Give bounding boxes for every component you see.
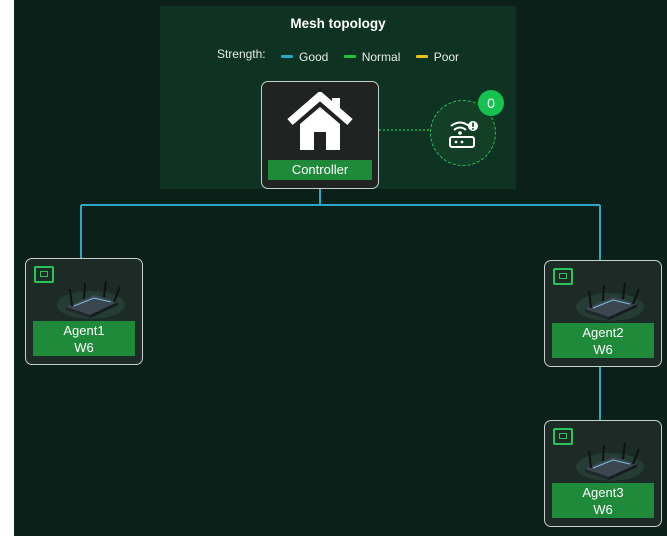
controller-label: Controller	[268, 160, 372, 180]
agent-node-1[interactable]: Agent1 W6	[25, 258, 143, 365]
agent-node-3[interactable]: Agent3 W6	[544, 420, 662, 527]
agent-name-1: Agent1	[63, 323, 105, 338]
router-warning-icon	[449, 121, 478, 148]
ethernet-port-icon	[553, 268, 573, 285]
agent-label-1: Agent1 W6	[33, 321, 135, 356]
agent-label-2: Agent2 W6	[552, 323, 654, 358]
ethernet-port-icon	[34, 266, 54, 283]
ethernet-port-icon	[553, 428, 573, 445]
agent-name-3: Agent3	[582, 485, 624, 500]
agent-model-3: W6	[593, 502, 613, 517]
agent-label-3: Agent3 W6	[552, 483, 654, 518]
router-icon	[57, 280, 125, 319]
controller-node[interactable]: Controller	[261, 81, 379, 189]
topology-canvas: Mesh topology Strength: Good Normal Poor	[14, 0, 667, 536]
agent-model-2: W6	[593, 342, 613, 357]
router-icon	[576, 282, 644, 321]
agent-name-2: Agent2	[582, 325, 624, 340]
agent-model-1: W6	[74, 340, 94, 355]
unconnected-count-badge: 0	[478, 90, 504, 116]
home-icon	[287, 92, 353, 150]
agent-node-2[interactable]: Agent2 W6	[544, 260, 662, 367]
router-icon	[576, 442, 644, 481]
